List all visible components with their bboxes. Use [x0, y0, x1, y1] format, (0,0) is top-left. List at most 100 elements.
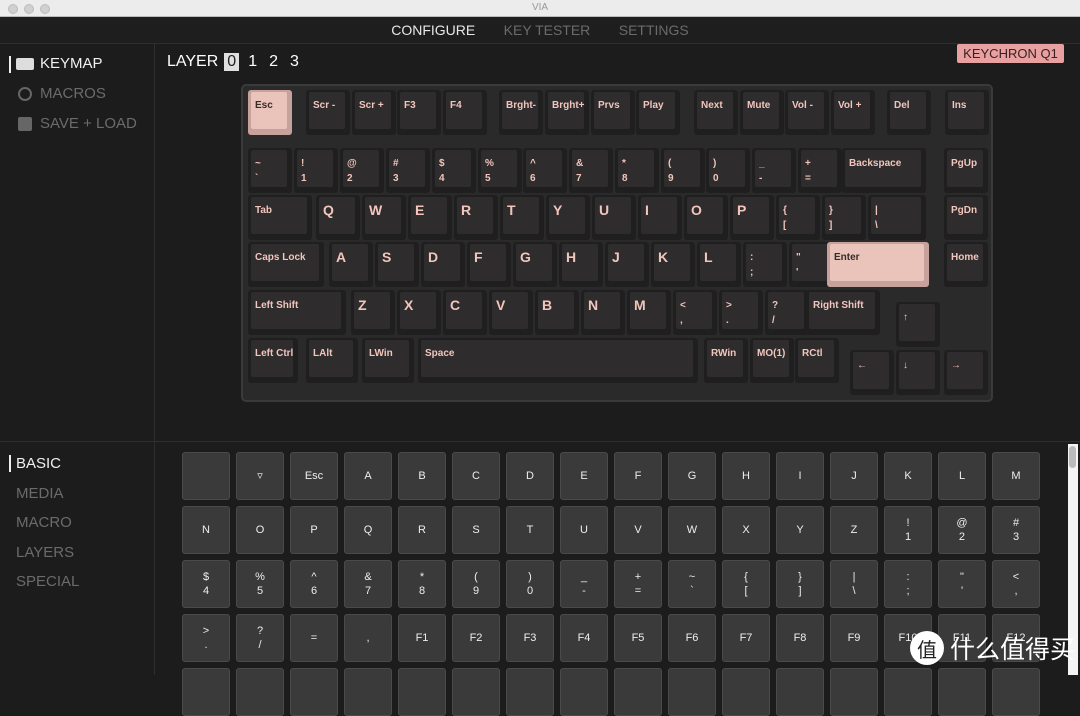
- key[interactable]: Left Shift: [248, 290, 346, 335]
- key[interactable]: L: [697, 242, 741, 287]
- keycode-button[interactable]: V: [614, 506, 662, 554]
- keycode-button[interactable]: F6: [668, 614, 716, 662]
- key[interactable]: Z: [351, 290, 395, 335]
- keycode-button[interactable]: ~ `: [668, 560, 716, 608]
- key[interactable]: Ins: [945, 90, 989, 135]
- key[interactable]: | \: [868, 195, 926, 240]
- keycode-button[interactable]: J: [830, 452, 878, 500]
- keycode-button[interactable]: P: [290, 506, 338, 554]
- keycode-button[interactable]: * 8: [398, 560, 446, 608]
- keycode-button[interactable]: [182, 668, 230, 716]
- key[interactable]: PgUp: [944, 148, 988, 193]
- keycode-button[interactable]: C: [452, 452, 500, 500]
- key[interactable]: J: [605, 242, 649, 287]
- sidebar-item-save-load[interactable]: SAVE + LOAD: [16, 115, 137, 132]
- keycode-button[interactable]: Z: [830, 506, 878, 554]
- key[interactable]: K: [651, 242, 695, 287]
- key[interactable]: _ -: [752, 148, 796, 193]
- keycode-button[interactable]: G: [668, 452, 716, 500]
- key[interactable]: PgDn: [944, 195, 988, 240]
- keycode-button[interactable]: [560, 668, 608, 716]
- keycode-button[interactable]: L: [938, 452, 986, 500]
- keycode-button[interactable]: ) 0: [506, 560, 554, 608]
- key[interactable]: > .: [719, 290, 763, 335]
- key[interactable]: Tab: [248, 195, 312, 240]
- keycode-button[interactable]: [398, 668, 446, 716]
- key[interactable]: ( 9: [661, 148, 705, 193]
- key[interactable]: RWin: [704, 338, 748, 383]
- key[interactable]: Play: [636, 90, 680, 135]
- key[interactable]: R: [454, 195, 498, 240]
- key[interactable]: P: [730, 195, 774, 240]
- keycode-button[interactable]: [884, 668, 932, 716]
- key[interactable]: F: [467, 242, 511, 287]
- keycode-button[interactable]: [344, 668, 392, 716]
- key[interactable]: Vol -: [785, 90, 829, 135]
- keycode-button[interactable]: [290, 668, 338, 716]
- keycode-button[interactable]: H: [722, 452, 770, 500]
- key[interactable]: Enter: [827, 242, 929, 287]
- key[interactable]: A: [329, 242, 373, 287]
- key[interactable]: LAlt: [306, 338, 358, 383]
- keycode-button[interactable]: W: [668, 506, 716, 554]
- keycode-button[interactable]: K: [884, 452, 932, 500]
- key[interactable]: Scr +: [352, 90, 396, 135]
- key[interactable]: ? /: [765, 290, 809, 335]
- key[interactable]: < ,: [673, 290, 717, 335]
- sidebar-item-macros[interactable]: MACROS: [16, 85, 106, 102]
- keycode-button[interactable]: ! 1: [884, 506, 932, 554]
- keycode-button[interactable]: X: [722, 506, 770, 554]
- keycode-button[interactable]: Esc: [290, 452, 338, 500]
- key[interactable]: MO(1): [750, 338, 794, 383]
- key[interactable]: ) 0: [706, 148, 750, 193]
- keycode-button[interactable]: ? /: [236, 614, 284, 662]
- keycode-button[interactable]: [776, 668, 824, 716]
- category-media[interactable]: MEDIA: [16, 485, 64, 502]
- category-special[interactable]: SPECIAL: [16, 573, 79, 590]
- key[interactable]: F4: [443, 90, 487, 135]
- key[interactable]: Backspace: [842, 148, 926, 193]
- keycode-button[interactable]: | \: [830, 560, 878, 608]
- key[interactable]: ↓: [896, 350, 940, 395]
- layer-2-button[interactable]: 2: [266, 53, 281, 71]
- key[interactable]: Space: [418, 338, 698, 383]
- keycode-button[interactable]: D: [506, 452, 554, 500]
- keycode-button[interactable]: : ;: [884, 560, 932, 608]
- keycode-button[interactable]: @ 2: [938, 506, 986, 554]
- key[interactable]: ~ `: [248, 148, 292, 193]
- key[interactable]: LWin: [362, 338, 414, 383]
- keycode-button[interactable]: [236, 668, 284, 716]
- keycode-button[interactable]: E: [560, 452, 608, 500]
- keycode-button[interactable]: [182, 452, 230, 500]
- key[interactable]: X: [397, 290, 441, 335]
- key[interactable]: Y: [546, 195, 590, 240]
- key[interactable]: Next: [694, 90, 738, 135]
- keycode-button[interactable]: F7: [722, 614, 770, 662]
- keycode-button[interactable]: F4: [560, 614, 608, 662]
- key[interactable]: ^ 6: [523, 148, 567, 193]
- keycode-button[interactable]: [506, 668, 554, 716]
- key[interactable]: S: [375, 242, 419, 287]
- key[interactable]: N: [581, 290, 625, 335]
- tab-configure[interactable]: CONFIGURE: [391, 22, 475, 38]
- key[interactable]: Q: [316, 195, 360, 240]
- keycode-button[interactable]: [668, 668, 716, 716]
- key[interactable]: T: [500, 195, 544, 240]
- key[interactable]: { [: [776, 195, 820, 240]
- keycode-button[interactable]: F8: [776, 614, 824, 662]
- keycode-button[interactable]: [830, 668, 878, 716]
- keycode-button[interactable]: " ': [938, 560, 986, 608]
- key[interactable]: * 8: [615, 148, 659, 193]
- key[interactable]: W: [362, 195, 406, 240]
- keycode-button[interactable]: I: [776, 452, 824, 500]
- key[interactable]: E: [408, 195, 452, 240]
- keycode-button[interactable]: F2: [452, 614, 500, 662]
- key[interactable]: Right Shift: [806, 290, 880, 335]
- key[interactable]: Esc: [248, 90, 292, 135]
- keycode-button[interactable]: < ,: [992, 560, 1040, 608]
- keycode-button[interactable]: % 5: [236, 560, 284, 608]
- keycode-button[interactable]: M: [992, 452, 1040, 500]
- key[interactable]: @ 2: [340, 148, 384, 193]
- key[interactable]: G: [513, 242, 557, 287]
- layer-1-button[interactable]: 1: [245, 53, 260, 71]
